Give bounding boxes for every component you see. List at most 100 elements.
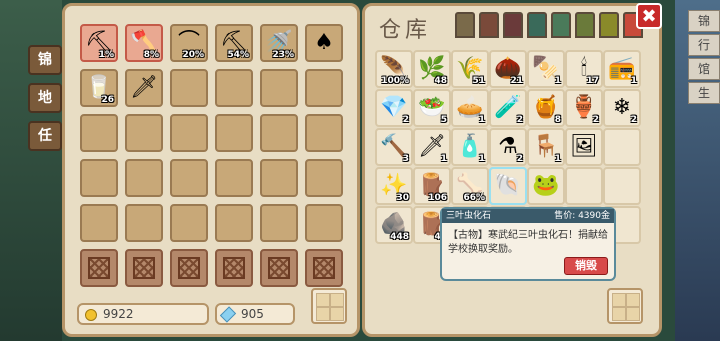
empty-slot[interactable] (305, 249, 343, 287)
left-side-tab[interactable]: 任 (28, 121, 62, 151)
right-side-tab[interactable]: 馆 (688, 58, 720, 80)
empty-slot[interactable] (170, 114, 208, 152)
skewer-slot[interactable]: 🍢 1 (527, 50, 565, 88)
pickaxe-slot[interactable]: ⛏ 1% (80, 24, 118, 62)
empty-slot[interactable] (170, 69, 208, 107)
watering-can-slot[interactable]: 🚿 23% (260, 24, 298, 62)
sort-grid-button[interactable] (311, 288, 347, 324)
empty-slot[interactable] (80, 204, 118, 242)
tooltip-price: 售价: 4390金 (554, 211, 610, 221)
item-count: 21 (510, 76, 523, 86)
empty-slot[interactable] (215, 249, 253, 287)
right-side-tab[interactable]: 锦 (688, 10, 720, 32)
diamond-slot[interactable]: 💎 2 (375, 89, 413, 127)
left-side-tab[interactable]: 地 (28, 83, 62, 113)
potion-bag-slot[interactable]: 🧪 2 (489, 89, 527, 127)
milk-bottle-slot[interactable]: 🥛 26 (80, 69, 118, 107)
item-count: 48 (434, 76, 447, 86)
axe-slot[interactable]: 🪓 8% (125, 24, 163, 62)
sickle-slot[interactable]: ⌒ 20% (170, 24, 208, 62)
item-count: 30 (396, 193, 409, 203)
item-tooltip: 三叶虫化石 售价: 4390金 【古物】寒武纪三叶虫化石！捐献给学校换取奖励。 … (440, 207, 616, 281)
flask-slot[interactable]: ⚗ 2 (489, 128, 527, 166)
sword-slot[interactable]: 🗡 (125, 69, 163, 107)
painting-slot[interactable]: 🖼 (565, 128, 603, 166)
storage-sort-button[interactable] (607, 288, 643, 324)
empty-slot[interactable] (305, 69, 343, 107)
empty-slot[interactable] (215, 69, 253, 107)
empty-slot-slot[interactable] (603, 128, 641, 166)
category-tab-1[interactable] (455, 12, 475, 38)
wood-log-slot[interactable]: 🪵 106 (413, 167, 451, 205)
right-side-tab[interactable]: 行 (688, 34, 720, 56)
acorn-slot[interactable]: 🌰 21 (489, 50, 527, 88)
item-count: 2 (402, 115, 409, 125)
empty-slot-slot[interactable] (603, 167, 641, 205)
bottle-slot[interactable]: 🧴 1 (451, 128, 489, 166)
item-count: 66% (463, 193, 485, 203)
item-count: 1 (630, 76, 637, 86)
honey-jar-slot[interactable]: 🍯 8 (527, 89, 565, 127)
salad-slot[interactable]: 🥗 5 (413, 89, 451, 127)
empty-slot[interactable] (170, 159, 208, 197)
empty-slot[interactable] (260, 249, 298, 287)
herb-slot[interactable]: 🌿 48 (413, 50, 451, 88)
empty-slot[interactable] (170, 249, 208, 287)
frog-icon: 🐸 (532, 173, 560, 198)
item-count: 20% (182, 50, 204, 60)
right-side-tab[interactable]: 生 (688, 82, 720, 104)
destroy-button[interactable]: 销毁 (564, 257, 608, 275)
sparkle-dust-slot[interactable]: ✨ 30 (375, 167, 413, 205)
category-tab-5[interactable] (551, 12, 571, 38)
hammer-slot[interactable]: 🔨 3 (375, 128, 413, 166)
empty-slot[interactable] (260, 204, 298, 242)
ice-block-slot[interactable]: ❄ 2 (603, 89, 641, 127)
dagger-slot[interactable]: 🗡 1 (413, 128, 451, 166)
empty-slot[interactable] (80, 249, 118, 287)
trilobite-fossil-slot[interactable]: 🐚 (489, 167, 527, 205)
shovel-slot[interactable]: ♠ (305, 24, 343, 62)
empty-slot[interactable] (260, 69, 298, 107)
stone-slot[interactable]: 🪨 448 (375, 206, 413, 244)
empty-slot[interactable] (215, 204, 253, 242)
empty-slot[interactable] (305, 159, 343, 197)
category-tab-4[interactable] (527, 12, 547, 38)
empty-slot[interactable] (260, 159, 298, 197)
empty-slot[interactable] (125, 159, 163, 197)
empty-slot-slot[interactable] (565, 167, 603, 205)
storage-title: 仓库 (379, 18, 432, 43)
candle-slot[interactable]: 🕯 17 (565, 50, 603, 88)
bone-slot[interactable]: 🦴 66% (451, 167, 489, 205)
empty-slot[interactable] (215, 159, 253, 197)
category-tab-3[interactable] (503, 12, 523, 38)
empty-slot[interactable] (305, 204, 343, 242)
item-count: 106 (428, 193, 447, 203)
barrel-slot[interactable]: 🏺 2 (565, 89, 603, 127)
item-count: 2 (630, 115, 637, 125)
wheat-slot[interactable]: 🌾 51 (451, 50, 489, 88)
empty-slot[interactable] (125, 249, 163, 287)
radio-slot[interactable]: 📻 1 (603, 50, 641, 88)
category-tab-7[interactable] (599, 12, 619, 38)
gem-icon (219, 306, 237, 323)
fishing-rod-slot[interactable]: 🪶 100% (375, 50, 413, 88)
inventory-panel: ⛏ 1% 🪓 8% ⌒ 20% ⛏ 54% 🚿 23% ♠ 🥛 26 🗡 9922 905 (62, 3, 360, 337)
empty-slot[interactable] (170, 204, 208, 242)
left-side-tab[interactable]: 锦 (28, 45, 62, 75)
category-tab-2[interactable] (479, 12, 499, 38)
item-count: 1 (440, 154, 447, 164)
empty-slot[interactable] (80, 114, 118, 152)
pie-slot[interactable]: 🥧 1 (451, 89, 489, 127)
category-tab-6[interactable] (575, 12, 595, 38)
item-count: 2 (592, 115, 599, 125)
empty-slot[interactable] (305, 114, 343, 152)
anvil-slot[interactable]: 🪑 1 (527, 128, 565, 166)
empty-slot[interactable] (80, 159, 118, 197)
empty-slot[interactable] (125, 204, 163, 242)
empty-slot[interactable] (260, 114, 298, 152)
hoe-slot[interactable]: ⛏ 54% (215, 24, 253, 62)
frog-slot[interactable]: 🐸 (527, 167, 565, 205)
empty-slot[interactable] (215, 114, 253, 152)
close-button[interactable]: ✖ (636, 3, 662, 29)
empty-slot[interactable] (125, 114, 163, 152)
